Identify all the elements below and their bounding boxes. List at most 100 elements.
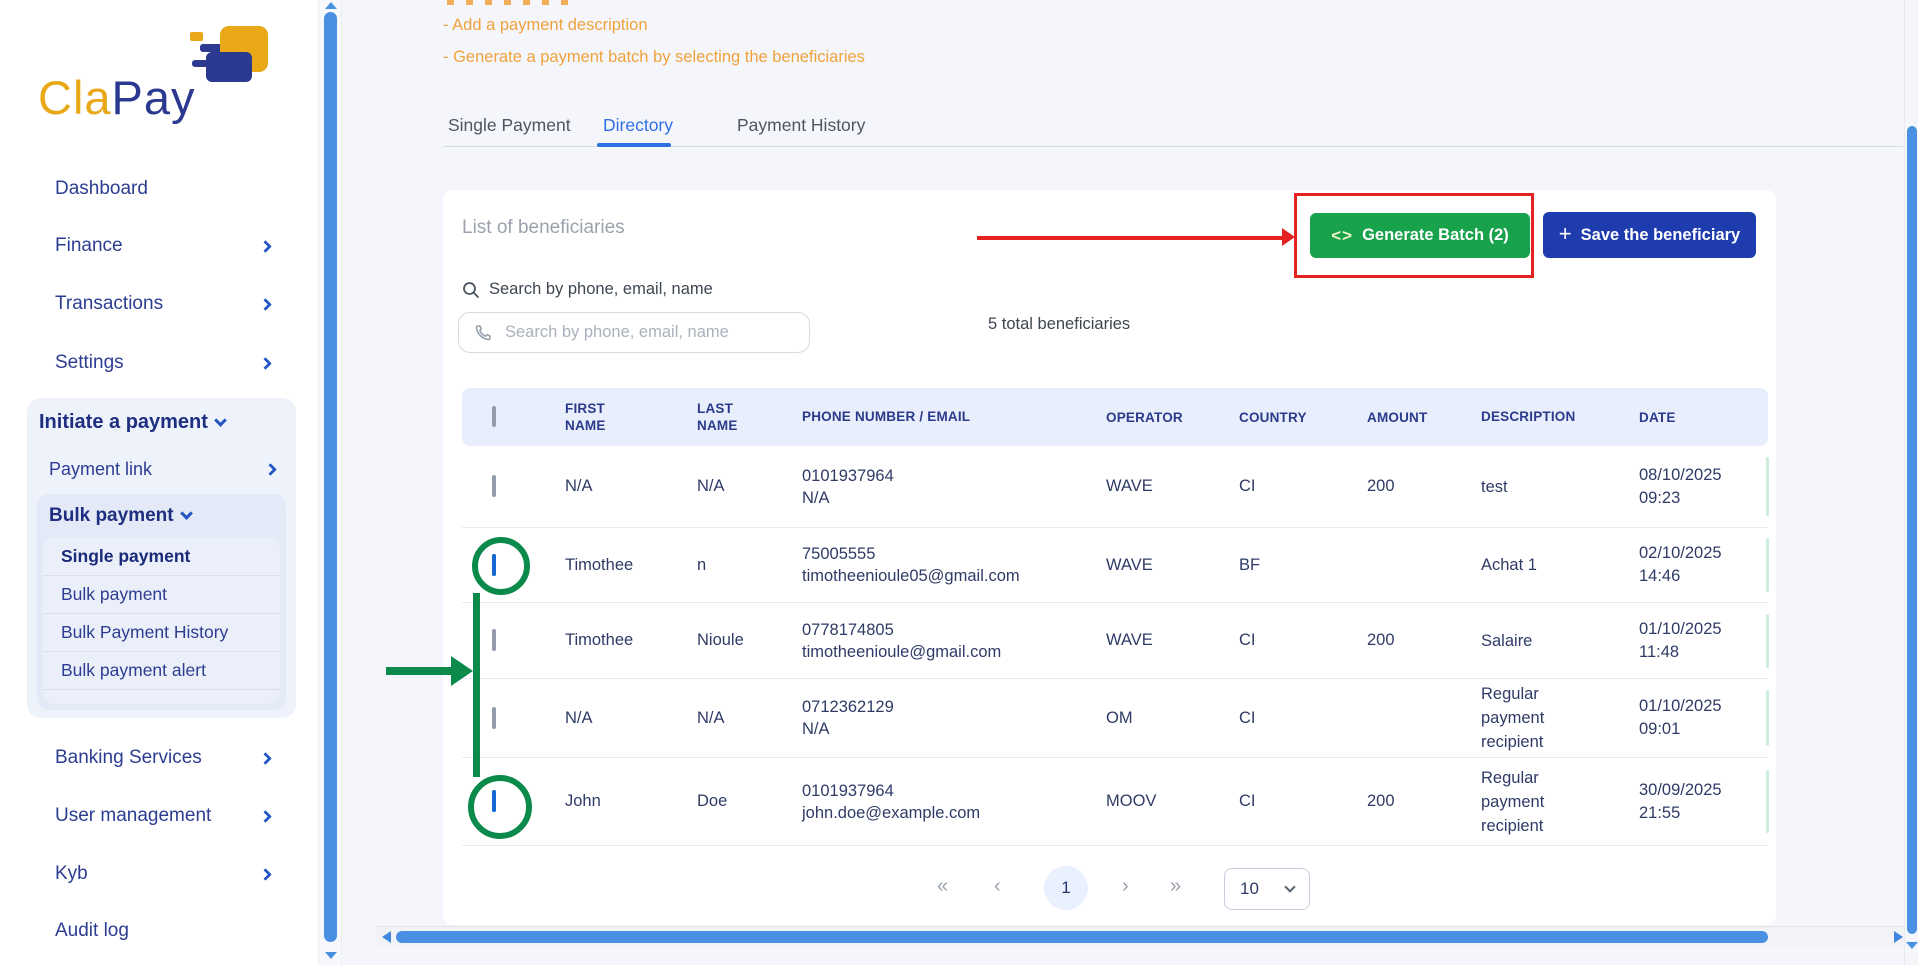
- page-size-select[interactable]: 10: [1224, 868, 1310, 910]
- sidebar-item-audit-log[interactable]: Audit log: [55, 917, 270, 945]
- cell-country: BF: [1239, 556, 1367, 575]
- cell-first-name: Timothee: [565, 631, 697, 650]
- column-header-description: DESCRIPTION: [1481, 405, 1639, 429]
- column-header-date: DATE: [1639, 406, 1768, 429]
- pagination-first-button[interactable]: «: [937, 876, 948, 896]
- cell-first-name: John: [565, 792, 697, 811]
- tab-payment-history[interactable]: Payment History: [737, 115, 865, 136]
- column-header-country: COUNTRY: [1239, 409, 1367, 426]
- sidebar-item-payment-link[interactable]: Payment link: [49, 456, 275, 482]
- row-checkbox[interactable]: [492, 790, 496, 812]
- sidebar-item-finance[interactable]: Finance: [55, 232, 270, 260]
- row-accent-strip: [1766, 770, 1769, 833]
- cell-first-name: Timothee: [565, 556, 697, 575]
- search-input[interactable]: [458, 312, 810, 353]
- cell-first-name: N/A: [565, 477, 697, 496]
- scroll-down-arrow-icon[interactable]: [325, 952, 337, 959]
- chevron-right-icon: [259, 240, 272, 253]
- sidebar-item-bulk-payment-group[interactable]: Bulk payment: [49, 505, 191, 527]
- cell-description: Regular payment recipient: [1481, 766, 1639, 838]
- chevron-down-icon: [1284, 881, 1295, 892]
- sidebar-item-kyb[interactable]: Kyb: [55, 860, 270, 888]
- tab-single-payment[interactable]: Single Payment: [448, 115, 571, 136]
- active-tab-underline: [597, 143, 671, 147]
- save-beneficiary-button[interactable]: + Save the beneficiary: [1543, 212, 1756, 258]
- pagination-prev-button[interactable]: ‹: [994, 876, 1001, 896]
- panel-title: List of beneficiaries: [462, 217, 625, 239]
- table-row: Timothee n 75005555timotheenioule05@gmai…: [462, 528, 1768, 603]
- sidebar-scrollbar: [318, 0, 342, 965]
- horizontal-scrollbar: [376, 926, 1918, 946]
- pagination-page-1[interactable]: 1: [1044, 866, 1088, 910]
- chevron-right-icon: [259, 752, 272, 765]
- bulk-payment-submenu: Single payment Bulk payment Bulk Payment…: [43, 538, 280, 704]
- scroll-down-arrow-icon[interactable]: [1906, 942, 1918, 949]
- cell-phone-email: 75005555timotheenioule05@gmail.com: [802, 543, 1106, 587]
- cell-date: 30/09/202521:55: [1639, 779, 1768, 825]
- vertical-scrollbar-thumb[interactable]: [1907, 126, 1917, 934]
- horizontal-scrollbar-thumb[interactable]: [396, 931, 1768, 943]
- cell-last-name: n: [697, 556, 802, 575]
- pagination-last-button[interactable]: »: [1170, 876, 1181, 896]
- row-accent-strip: [1766, 614, 1769, 668]
- row-checkbox[interactable]: [492, 629, 496, 651]
- cell-date: 01/10/202509:01: [1639, 695, 1768, 741]
- clipped-text-remnant: [447, 0, 577, 5]
- code-brackets-icon: <>: [1331, 226, 1353, 246]
- row-accent-strip: [1766, 457, 1769, 515]
- scroll-up-arrow-icon[interactable]: [325, 2, 337, 9]
- chevron-right-icon: [259, 357, 272, 370]
- instruction-line: - Generate a payment batch by selecting …: [443, 48, 865, 67]
- column-header-phone-email: PHONE NUMBER / EMAIL: [802, 406, 1106, 428]
- cell-amount: 200: [1367, 477, 1481, 496]
- cell-operator: MOOV: [1106, 792, 1239, 811]
- cell-description: test: [1481, 475, 1639, 499]
- cell-last-name: Doe: [697, 792, 802, 811]
- sidebar-item-transactions[interactable]: Transactions: [55, 290, 270, 318]
- cell-last-name: N/A: [697, 709, 802, 728]
- cell-description: Achat 1: [1481, 553, 1639, 577]
- tab-directory[interactable]: Directory: [603, 115, 673, 136]
- instruction-line: - Add a payment description: [443, 16, 648, 35]
- sidebar-item-settings[interactable]: Settings: [55, 349, 270, 377]
- sidebar-item-banking-services[interactable]: Banking Services: [55, 744, 270, 772]
- sidebar-item-bulk-payment-alert[interactable]: Bulk payment alert: [43, 652, 280, 690]
- table-row: N/A N/A 0712362129N/A OM CI Regular paym…: [462, 679, 1768, 758]
- sidebar-item-initiate-payment[interactable]: Initiate a payment: [39, 411, 225, 434]
- plus-icon: +: [1559, 221, 1572, 247]
- column-header-operator: OPERATOR: [1106, 409, 1239, 426]
- cell-amount: 200: [1367, 792, 1481, 811]
- sidebar: ClaPay Dashboard Finance Transactions Se…: [0, 0, 318, 965]
- cell-operator: OM: [1106, 709, 1239, 728]
- app-logo[interactable]: ClaPay: [38, 24, 268, 134]
- table-row: N/A N/A 0101937964N/A WAVE CI 200 test 0…: [462, 446, 1768, 528]
- sidebar-item-dashboard[interactable]: Dashboard: [55, 175, 270, 203]
- sidebar-scrollbar-thumb[interactable]: [324, 12, 337, 942]
- cell-phone-email: 0778174805timotheenioule@gmail.com: [802, 619, 1106, 663]
- row-checkbox[interactable]: [492, 707, 496, 729]
- row-checkbox[interactable]: [492, 554, 496, 576]
- select-all-checkbox[interactable]: [492, 406, 496, 427]
- sidebar-item-user-management[interactable]: User management: [55, 802, 270, 830]
- cell-country: CI: [1239, 709, 1367, 728]
- cell-phone-email: 0101937964john.doe@example.com: [802, 780, 1106, 824]
- sidebar-item-bulk-payment[interactable]: Bulk payment: [43, 576, 280, 614]
- column-header-first-name: FIRST NAME: [565, 400, 625, 434]
- bulk-payment-group: Bulk payment Single payment Bulk payment…: [37, 494, 286, 710]
- chevron-right-icon: [259, 868, 272, 881]
- pagination-next-button[interactable]: ›: [1122, 876, 1129, 896]
- sidebar-item-single-payment[interactable]: Single payment: [43, 538, 280, 576]
- app-logo-text: ClaPay: [38, 70, 196, 125]
- cell-operator: WAVE: [1106, 477, 1239, 496]
- scroll-left-arrow-icon[interactable]: [382, 931, 391, 943]
- chevron-down-icon: [214, 414, 227, 427]
- generate-batch-button[interactable]: <> Generate Batch (2): [1310, 213, 1530, 258]
- chevron-down-icon: [180, 507, 193, 520]
- cell-description: Regular payment recipient: [1481, 682, 1639, 754]
- sidebar-item-bulk-payment-history[interactable]: Bulk Payment History: [43, 614, 280, 652]
- row-checkbox[interactable]: [492, 475, 496, 497]
- beneficiaries-table: FIRST NAME LAST NAME PHONE NUMBER / EMAI…: [462, 388, 1768, 846]
- cell-country: CI: [1239, 792, 1367, 811]
- cell-date: 01/10/202511:48: [1639, 618, 1768, 664]
- scroll-right-arrow-icon[interactable]: [1894, 931, 1903, 943]
